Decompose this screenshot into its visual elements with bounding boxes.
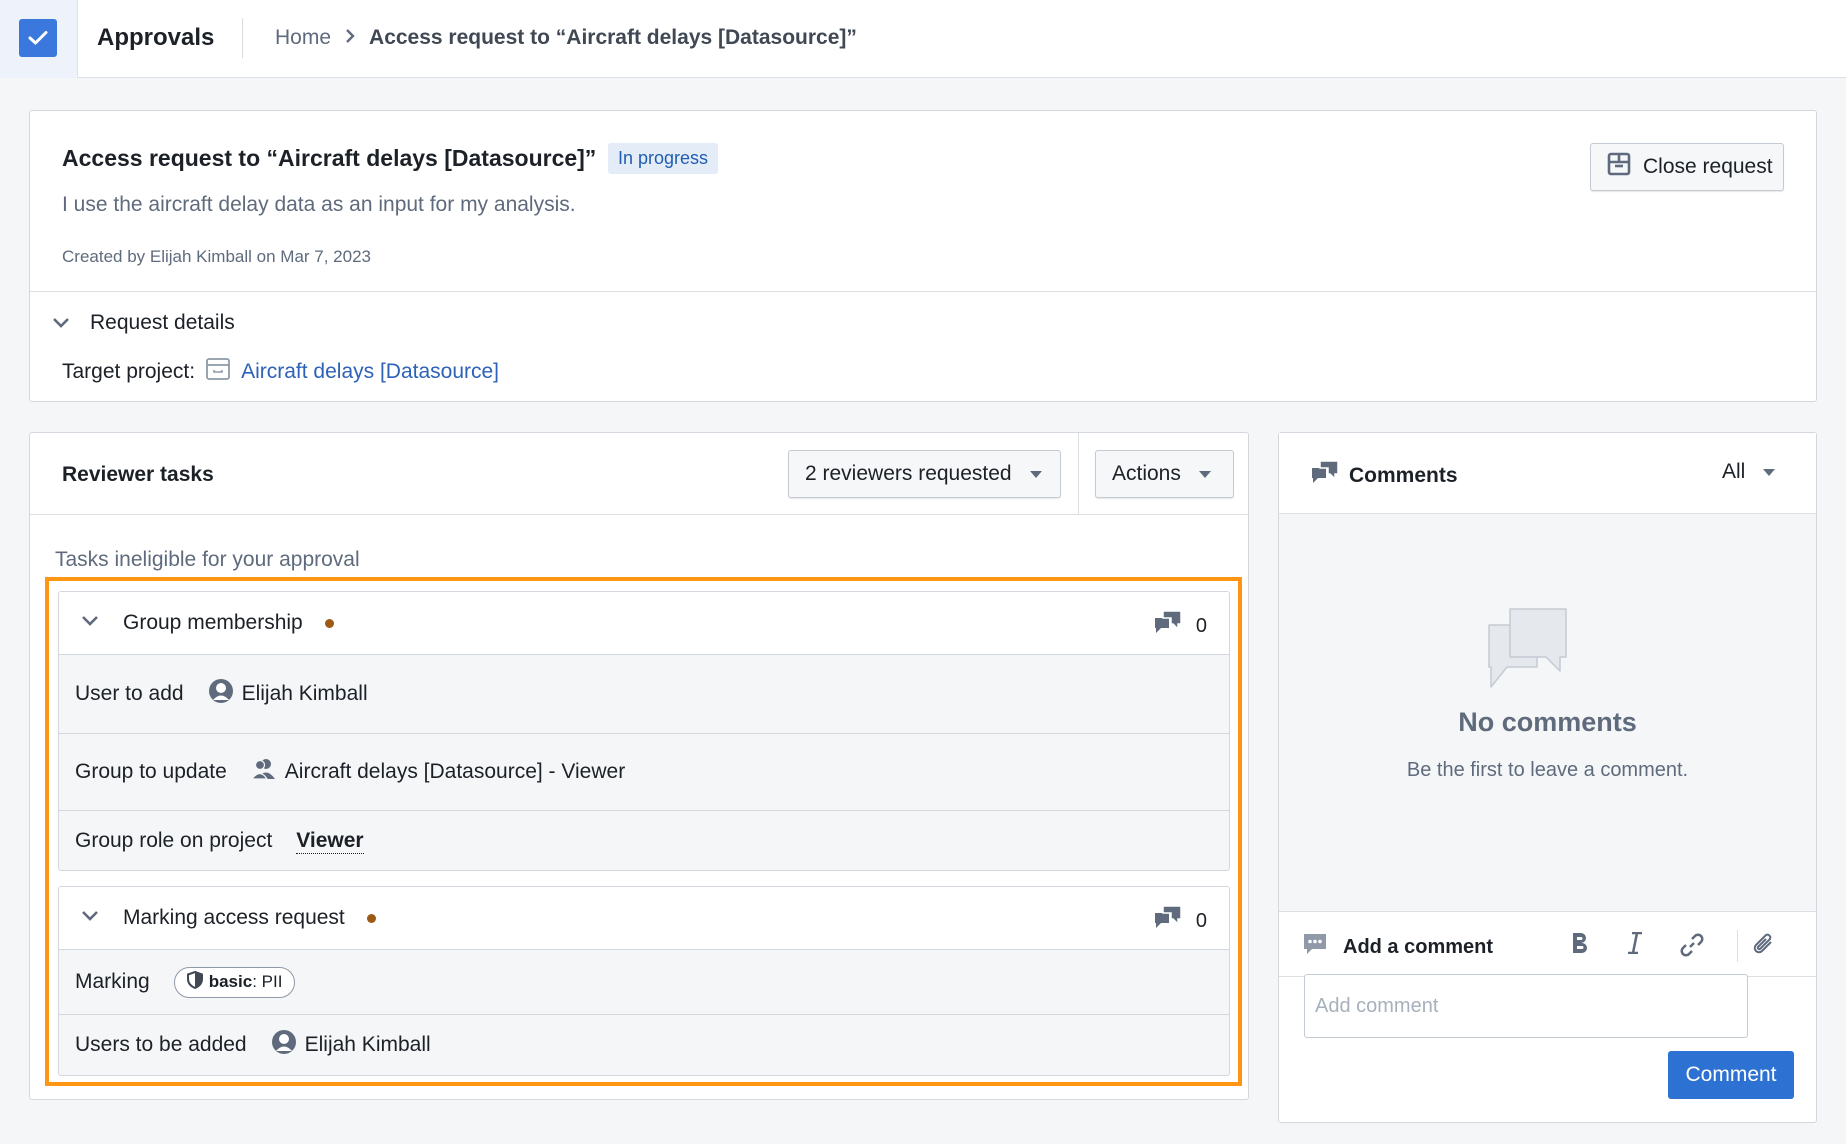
- chevron-down-icon: [52, 311, 70, 335]
- reviewers-dropdown[interactable]: 2 reviewers requested: [788, 450, 1061, 498]
- comment-input[interactable]: [1304, 974, 1748, 1038]
- row-value-group[interactable]: Aircraft delays [Datasource] - Viewer: [285, 760, 625, 784]
- breadcrumb: Home Access request to “Aircraft delays …: [275, 26, 857, 50]
- task-marking-access-request: Marking access request 0 Marking basic: …: [58, 886, 1230, 1076]
- group-icon: [250, 758, 277, 786]
- task-detail-row: Users to be added Elijah Kimball: [59, 1015, 1229, 1075]
- row-label: Group to update: [75, 760, 227, 783]
- chevron-down-icon[interactable]: [81, 614, 99, 632]
- bold-icon[interactable]: [1571, 932, 1589, 960]
- caret-down-icon: [1029, 470, 1042, 478]
- actions-dropdown-label: Actions: [1112, 462, 1181, 485]
- task-comment-count-value: 0: [1195, 614, 1207, 637]
- task-detail-row: Group role on project Viewer: [59, 811, 1229, 870]
- caret-down-icon: [1763, 468, 1776, 476]
- comments-header: Comments All: [1279, 433, 1816, 514]
- row-label: Marking: [75, 970, 150, 993]
- chevron-down-icon[interactable]: [81, 909, 99, 927]
- comments-icon: [1154, 610, 1182, 642]
- comment-submit-button[interactable]: Comment: [1668, 1051, 1794, 1099]
- task-comment-count[interactable]: 0: [1154, 905, 1207, 937]
- user-avatar-icon: [271, 1029, 297, 1061]
- task-header[interactable]: Marking access request 0: [59, 887, 1229, 950]
- caret-down-icon: [1198, 470, 1211, 478]
- pending-status-dot: [324, 618, 334, 628]
- target-project-row: Target project: Aircraft delays [Datasou…: [62, 357, 499, 387]
- marking-tag[interactable]: basic: PII: [173, 966, 296, 998]
- section-divider: [30, 291, 1816, 292]
- task-name: Marking access request: [123, 906, 345, 929]
- request-title: Access request to “Aircraft delays [Data…: [62, 145, 597, 171]
- empty-comments-title: No comments: [1458, 707, 1637, 737]
- request-details-toggle[interactable]: Request details: [52, 311, 235, 335]
- target-project-link[interactable]: Aircraft delays [Datasource]: [241, 360, 499, 384]
- reviewer-tasks-header: Reviewer tasks 2 reviewers requested Act…: [30, 433, 1248, 515]
- marking-category: basic: [208, 972, 253, 991]
- archive-box-icon: [1607, 152, 1631, 182]
- shield-icon: [186, 970, 203, 994]
- user-avatar-icon: [208, 678, 234, 710]
- reviewer-tasks-title: Reviewer tasks: [62, 463, 214, 486]
- task-group-membership: Group membership 0 User to add Elijah Ki…: [58, 591, 1230, 871]
- empty-comments-subtitle: Be the first to leave a comment.: [1406, 759, 1689, 781]
- target-project-label: Target project:: [62, 360, 196, 383]
- task-comment-count[interactable]: 0: [1154, 610, 1207, 642]
- comment-bubble-icon: [1303, 932, 1327, 962]
- task-name: Group membership: [123, 611, 303, 634]
- row-value-user[interactable]: Elijah Kimball: [305, 1033, 431, 1057]
- comments-filter-label: All: [1722, 460, 1746, 483]
- row-value-user[interactable]: Elijah Kimball: [242, 682, 368, 706]
- highlight-box: Group membership 0 User to add Elijah Ki…: [45, 577, 1242, 1086]
- request-description: I use the aircraft delay data as an inpu…: [62, 193, 576, 216]
- close-request-label: Close request: [1643, 155, 1773, 178]
- marking-name: : PII: [252, 972, 283, 991]
- pending-status-dot: [366, 913, 376, 923]
- row-label: User to add: [75, 682, 184, 705]
- role-value-link[interactable]: Viewer: [296, 829, 364, 854]
- task-detail-row: Marking basic: PII: [59, 950, 1229, 1015]
- app-title: Approvals: [97, 24, 215, 51]
- comments-filter-dropdown[interactable]: All: [1722, 460, 1776, 484]
- comments-title: Comments: [1349, 464, 1458, 487]
- request-details-label: Request details: [90, 311, 235, 334]
- attachment-icon[interactable]: [1751, 932, 1777, 964]
- empty-comments-icon: [1486, 607, 1570, 696]
- task-detail-row: User to add Elijah Kimball: [59, 655, 1229, 734]
- task-header[interactable]: Group membership 0: [59, 592, 1229, 655]
- compose-toolbar: Add a comment: [1279, 912, 1816, 977]
- comments-card: Comments All No comments Be the first to…: [1278, 432, 1817, 1123]
- approvals-check-icon: [19, 19, 57, 57]
- project-folder-icon: [205, 357, 231, 387]
- actions-dropdown[interactable]: Actions: [1095, 450, 1234, 498]
- reviewers-dropdown-label: 2 reviewers requested: [805, 462, 1012, 485]
- task-detail-row: Group to update Aircraft delays [Datasou…: [59, 734, 1229, 811]
- toolbar-divider: [1737, 930, 1738, 962]
- reviewer-tasks-card: Reviewer tasks 2 reviewers requested Act…: [29, 432, 1249, 1100]
- row-label: Group role on project: [75, 829, 273, 852]
- header-divider: [242, 18, 243, 58]
- comments-empty-state: No comments Be the first to leave a comm…: [1279, 514, 1816, 912]
- breadcrumb-home[interactable]: Home: [275, 26, 331, 50]
- task-comment-count-value: 0: [1195, 909, 1207, 932]
- chevron-right-icon: [345, 28, 355, 49]
- close-request-button[interactable]: Close request: [1590, 143, 1784, 191]
- breadcrumb-current: Access request to “Aircraft delays [Data…: [369, 26, 857, 49]
- compose-title-group: Add a comment: [1303, 932, 1493, 962]
- compose-title: Add a comment: [1343, 935, 1494, 958]
- link-icon[interactable]: [1679, 932, 1705, 964]
- app-icon-area[interactable]: [0, 0, 78, 78]
- ineligible-tasks-label: Tasks ineligible for your approval: [55, 548, 360, 571]
- top-bar: Approvals Home Access request to “Aircra…: [0, 0, 1846, 78]
- request-card: Access request to “Aircraft delays [Data…: [29, 110, 1817, 402]
- comments-icon: [1311, 460, 1339, 492]
- status-badge: In progress: [608, 143, 719, 174]
- comments-title-group: Comments: [1311, 460, 1458, 492]
- italic-icon[interactable]: [1627, 931, 1643, 960]
- row-label: Users to be added: [75, 1033, 247, 1056]
- comments-icon: [1154, 905, 1182, 937]
- request-created-meta: Created by Elijah Kimball on Mar 7, 2023: [62, 247, 371, 266]
- header-divider: [1078, 433, 1079, 515]
